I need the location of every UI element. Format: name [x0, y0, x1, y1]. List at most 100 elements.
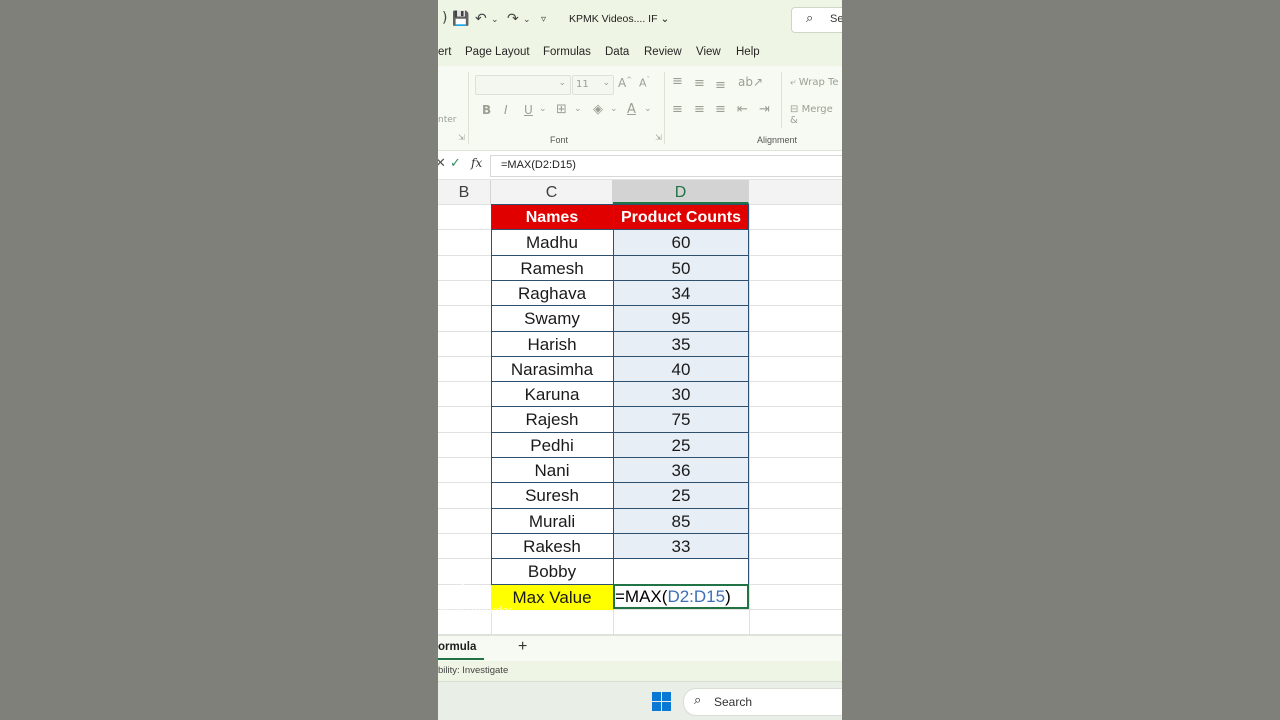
name-cell[interactable]: Nani	[491, 458, 613, 483]
merge-center-button[interactable]: ⊟ Merge &	[790, 104, 842, 126]
name-cell[interactable]: Harish	[491, 332, 613, 357]
enter-icon[interactable]: ✓	[450, 156, 461, 171]
table-row-border	[491, 457, 749, 458]
tab-formulas[interactable]: Formulas	[543, 46, 591, 58]
redo-icon[interactable]: ↷	[507, 11, 519, 27]
undo-icon[interactable]: ↶	[475, 11, 487, 27]
align-middle-icon[interactable]: ≡	[694, 76, 705, 91]
table-row-border	[491, 533, 749, 534]
header-cell-product-counts[interactable]: Product Counts	[613, 205, 749, 230]
count-cell[interactable]: 50	[613, 256, 749, 281]
table-row-border	[491, 331, 749, 332]
decrease-font-icon[interactable]: Aˇ	[639, 76, 650, 90]
tab-page-layout[interactable]: Page Layout	[465, 46, 530, 58]
name-cell[interactable]: Karuna	[491, 382, 613, 407]
font-launcher-icon[interactable]: ⇲	[655, 133, 662, 142]
count-cell[interactable]: 30	[613, 382, 749, 407]
align-right-icon[interactable]: ≡	[715, 102, 726, 117]
name-cell[interactable]: Madhu	[491, 230, 613, 255]
redo-dropdown-icon[interactable]: ⌄	[523, 15, 531, 25]
font-color-icon[interactable]: A	[627, 102, 636, 117]
save-icon[interactable]: 💾	[452, 11, 469, 27]
fill-color-icon[interactable]: ◈	[593, 102, 603, 117]
count-cell[interactable]: 25	[613, 433, 749, 458]
name-cell[interactable]: Bobby	[491, 559, 613, 584]
formula-input[interactable]: =MAX(D2:D15)	[490, 155, 842, 177]
active-cell-formula[interactable]: =MAX(D2:D15)	[613, 584, 749, 609]
column-header-b[interactable]: B	[438, 180, 491, 204]
count-cell[interactable]: 85	[613, 509, 749, 534]
underline-button[interactable]: U	[524, 103, 533, 117]
borders-icon[interactable]: ⊞	[556, 102, 567, 117]
increase-indent-icon[interactable]: ⇥	[759, 102, 770, 117]
align-top-icon[interactable]: ≡	[672, 74, 683, 89]
fill-dropdown-icon[interactable]: ⌄	[610, 104, 618, 114]
chevron-down-icon: ⌄	[602, 78, 610, 88]
tab-view[interactable]: View	[696, 46, 721, 58]
name-cell[interactable]: Murali	[491, 509, 613, 534]
cancel-icon[interactable]: ✕	[438, 156, 446, 171]
autosave-toggle-icon[interactable]: )	[442, 10, 447, 26]
clipboard-launcher-icon[interactable]: ⇲	[458, 133, 465, 142]
align-center-icon[interactable]: ≡	[694, 102, 705, 117]
decrease-indent-icon[interactable]: ⇤	[737, 102, 748, 117]
align-left-icon[interactable]: ≡	[672, 102, 683, 117]
name-cell[interactable]: Ramesh	[491, 256, 613, 281]
tab-help[interactable]: Help	[736, 46, 760, 58]
count-cell[interactable]: 34	[613, 281, 749, 306]
orientation-icon[interactable]: ab↗	[738, 75, 763, 89]
column-gridline	[749, 204, 750, 635]
wrap-text-button[interactable]: ⤶ Wrap Te	[790, 77, 839, 88]
search-box[interactable]: ⌕ Se	[791, 7, 842, 33]
increase-font-icon[interactable]: A^	[618, 76, 632, 90]
taskbar-search[interactable]: ⌕ Search	[683, 688, 842, 716]
customize-toolbar-icon[interactable]: ▿	[541, 14, 546, 25]
borders-dropdown-icon[interactable]: ⌄	[574, 104, 582, 114]
insert-function-icon[interactable]: fx	[471, 156, 482, 170]
sheet-tab-formula[interactable]: ormula	[438, 636, 485, 660]
name-cell[interactable]: Suresh	[491, 483, 613, 508]
underline-dropdown-icon[interactable]: ⌄	[539, 104, 547, 114]
count-cell[interactable]: 36	[613, 458, 749, 483]
font-family-dropdown[interactable]: ⌄	[475, 75, 571, 95]
name-cell[interactable]: Raghava	[491, 281, 613, 306]
tab-review[interactable]: Review	[644, 46, 682, 58]
count-cell[interactable]: 95	[613, 306, 749, 331]
tab-data[interactable]: Data	[605, 46, 629, 58]
merge-center-partial-label[interactable]: nter	[438, 115, 456, 125]
table-row-border	[491, 381, 749, 382]
bold-button[interactable]: B	[482, 103, 491, 117]
document-title[interactable]: KPMK Videos.... IF ⌄	[569, 13, 669, 25]
column-header-c[interactable]: C	[491, 180, 613, 204]
header-cell-names[interactable]: Names	[491, 205, 613, 230]
name-cell[interactable]: Rajesh	[491, 407, 613, 432]
count-cell[interactable]: 33	[613, 534, 749, 559]
name-cell[interactable]: Rakesh	[491, 534, 613, 559]
count-cell[interactable]: 75	[613, 407, 749, 432]
column-header-d[interactable]: D	[613, 180, 749, 204]
name-cell[interactable]: Narasimha	[491, 357, 613, 382]
font-size-dropdown[interactable]: 11 ⌄	[572, 75, 614, 95]
formula-prefix: =MAX(	[615, 587, 668, 606]
count-cell[interactable]	[613, 559, 749, 584]
count-cell[interactable]: 60	[613, 230, 749, 255]
column-header-e[interactable]	[749, 180, 842, 204]
taskbar-search-label: Search	[714, 695, 753, 709]
accessibility-status[interactable]: bility: Investigate	[438, 665, 508, 676]
formula-text: =MAX(D2:D15)	[501, 159, 576, 171]
count-cell[interactable]: 35	[613, 332, 749, 357]
search-icon: ⌕	[694, 693, 702, 708]
font-color-dropdown-icon[interactable]: ⌄	[644, 104, 652, 114]
name-cell[interactable]: Pedhi	[491, 433, 613, 458]
undo-dropdown-icon[interactable]: ⌄	[491, 15, 499, 25]
add-sheet-button[interactable]: +	[518, 638, 527, 656]
windows-start-icon[interactable]	[652, 692, 671, 711]
count-cell[interactable]: 40	[613, 357, 749, 382]
italic-button[interactable]: I	[504, 103, 508, 117]
align-bottom-icon[interactable]: ≡	[715, 78, 726, 93]
name-cell[interactable]: Swamy	[491, 306, 613, 331]
worksheet-grid[interactable]: B C D Names Product Counts Madhu 60 Ramesh 50…	[438, 180, 842, 635]
group-separator	[664, 72, 665, 144]
count-cell[interactable]: 25	[613, 483, 749, 508]
tab-insert[interactable]: ert	[438, 46, 451, 58]
